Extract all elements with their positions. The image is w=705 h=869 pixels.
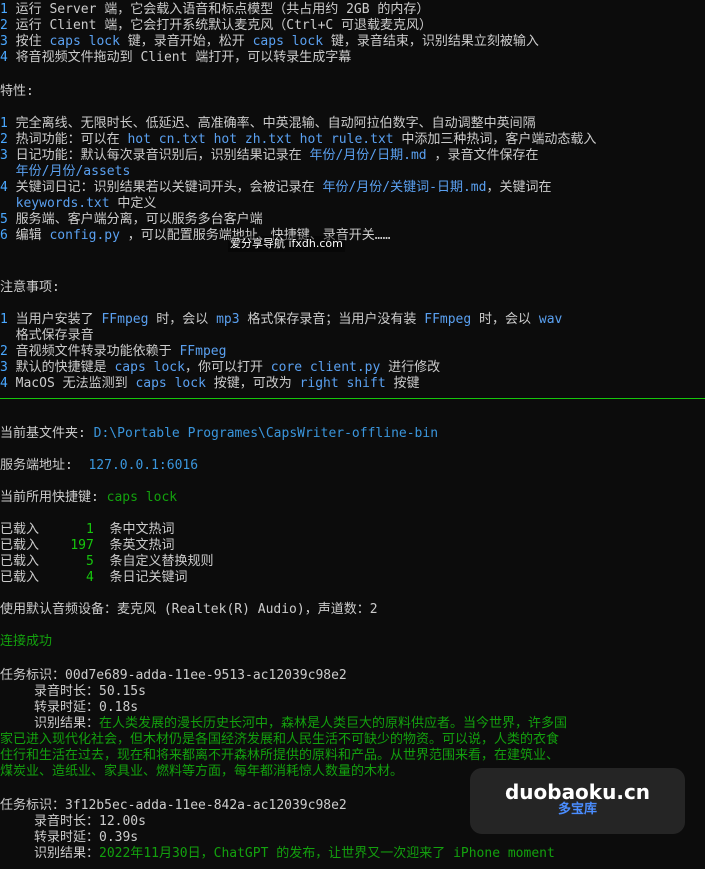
- task-2-id: 任务标识：3f12b5ec-adda-11ee-842a-ac12039c98e…: [0, 798, 347, 813]
- feature-line-4: 4 关键词日记：识别结果若以关键词开头，会被记录在 年份/月份/关键词-日期.m…: [0, 180, 552, 195]
- watermark-main-text: duobaoku.cn: [504, 780, 651, 804]
- task-1-delay: 转录时延：0.18s: [34, 700, 139, 715]
- task-2-delay: 转录时延：0.39s: [34, 830, 139, 845]
- watermark-inline: 爱分享导航 ifxdh.com: [228, 236, 345, 252]
- task-2-record-duration: 录音时长：12.00s: [34, 814, 146, 829]
- server-line: 服务端地址: 127.0.0.1:6016: [0, 458, 199, 473]
- watermark-sub-text: 多宝库: [557, 802, 597, 817]
- note-line-4: 4 MacOS 无法监测到 caps lock 按键，可改为 right shi…: [0, 376, 420, 391]
- feature-line-5: 5 服务端、客户端分离，可以服务多台客户端: [0, 212, 263, 227]
- connected-status: 连接成功: [0, 634, 53, 649]
- note-line-3: 3 默认的快捷键是 caps lock，你可以打开 core client.py…: [0, 360, 441, 375]
- note-line-2: 2 音视频文件转录功能依赖于 FFmpeg: [0, 344, 227, 359]
- features-title: 特性:: [0, 84, 34, 99]
- task-1-id: 任务标识：00d7e689-adda-11ee-9513-ac12039c98e…: [0, 668, 347, 683]
- task-1-record-duration: 录音时长：50.15s: [34, 684, 146, 699]
- loaded-line-4: 已载入 4 条日记关键词: [0, 570, 188, 585]
- note-line-1: 1 当用户安装了 FFmpeg 时，会以 mp3 格式保存录音；当用户没有装 F…: [0, 312, 563, 327]
- feature-line-3b: 年份/月份/assets: [15, 164, 131, 179]
- task-1-result: 识别结果：在人类发展的漫长历史长河中，森林是人类巨大的原料供应者。当今世界，许多…: [34, 716, 568, 731]
- task-1-result-line-3: 住行和生活在过去，现在和将来都离不开森林所提供的原料和产品。从世界范围来看，在建…: [0, 748, 560, 763]
- notes-title: 注意事项:: [0, 280, 60, 295]
- terminal-window[interactable]: 1 运行 Server 端，它会载入语音和标点模型（共占用约 2GB 的内存） …: [0, 0, 705, 869]
- feature-line-4b: keywords.txt 中定义: [15, 196, 157, 211]
- usage-line-1: 1 运行 Server 端，它会载入语音和标点模型（共占用约 2GB 的内存）: [0, 2, 430, 17]
- hotkey-line: 当前所用快捷键: caps lock: [0, 490, 178, 505]
- loaded-line-1: 已载入 1 条中文热词: [0, 522, 175, 537]
- feature-line-2: 2 热词功能：可以在 hot cn.txt hot zh.txt hot rul…: [0, 132, 597, 147]
- task-2-result: 识别结果：2022年11月30日，ChatGPT 的发布，让世界又一次迎来了 i…: [34, 846, 555, 861]
- usage-line-4: 4 将音视频文件拖动到 Client 端打开，可以转录生成字幕: [0, 50, 352, 65]
- feature-line-3: 3 日记功能：默认每次录音识别后，识别结果记录在 年份/月份/日期.md ，录音…: [0, 148, 539, 163]
- separator-line: [0, 398, 705, 399]
- task-1-result-line-2: 家已进入现代化社会，但木材仍是各国经济发展和人民生活不可缺少的物资。可以说，人类…: [0, 732, 560, 747]
- task-1-result-line-4: 煤炭业、造纸业、家具业、燃料等方面，每年都消耗惊人数量的木材。: [0, 764, 404, 779]
- loaded-line-3: 已载入 5 条自定义替换规则: [0, 554, 214, 569]
- note-line-1b: 格式保存录音: [0, 328, 94, 343]
- audio-device-line: 使用默认音频设备：麦克风 (Realtek(R) Audio)，声道数：2: [0, 602, 378, 617]
- watermark-badge: duobaoku.cn 多宝库: [470, 768, 685, 834]
- usage-line-2: 2 运行 Client 端，它会打开系统默认麦克风（Ctrl+C 可退载麦克风）: [0, 18, 433, 33]
- loaded-line-2: 已载入 197 条英文热词: [0, 538, 175, 553]
- usage-line-3: 3 按住 caps lock 键，录音开始，松开 caps lock 键，录音结…: [0, 34, 539, 49]
- feature-line-1: 1 完全离线、无限时长、低延迟、高准确率、中英混输、自动阿拉伯数字、自动调整中英…: [0, 116, 536, 131]
- cwd-line: 当前基文件夹: D:\Portable Programes\CapsWriter…: [0, 426, 439, 441]
